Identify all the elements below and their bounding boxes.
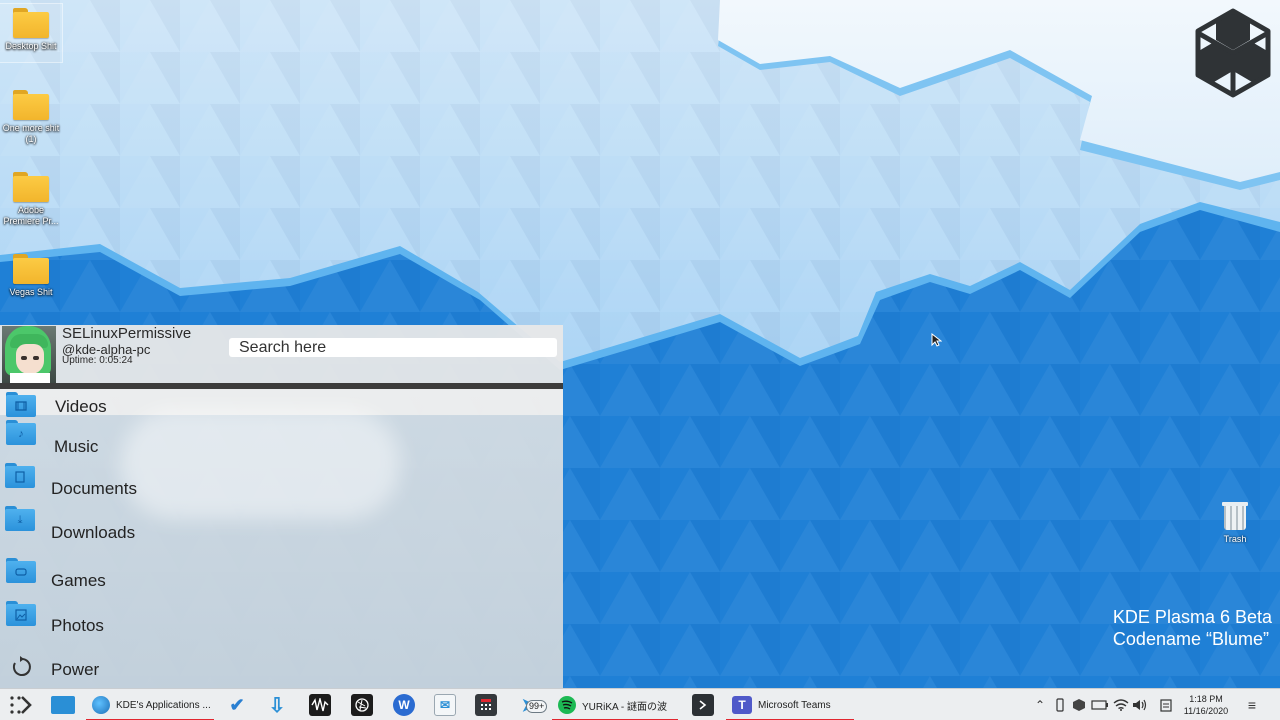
task-downloader[interactable]: ⇩ xyxy=(262,689,292,720)
menu-item-power[interactable]: Power xyxy=(0,651,560,683)
launcher-places-list: Videos ♪ Music Documents ⤓ Downloads Gam… xyxy=(0,389,563,688)
desktop-icon-adobe-premiere[interactable]: Adobe Premiere Pr... xyxy=(0,168,62,227)
menu-item-games[interactable]: Games xyxy=(0,558,560,595)
spotify-icon xyxy=(558,696,576,714)
mouse-cursor-icon xyxy=(931,332,943,352)
menu-item-label: Documents xyxy=(51,479,137,498)
watermark-line-2: Codename “Blume” xyxy=(1112,629,1269,649)
terminal-icon xyxy=(692,694,714,716)
desktop-icon-one-more-shit[interactable]: One more shit (1) xyxy=(0,86,62,145)
task-audio-app[interactable] xyxy=(306,689,334,720)
writer-icon: W xyxy=(393,694,415,716)
plasma-version-watermark: KDE Plasma 6 Beta Codename “Blume” xyxy=(1113,606,1272,650)
documents-folder-icon xyxy=(5,463,35,489)
calculator-icon xyxy=(475,694,497,716)
checkmark-icon: ✔ xyxy=(229,694,245,715)
desktop-icon-label: Desktop Shit xyxy=(5,41,57,51)
uptime-text: Uptime: 0:05:24 xyxy=(62,355,133,366)
music-folder-icon: ♪ xyxy=(6,420,36,446)
trash-label: Trash xyxy=(1223,534,1247,544)
search-input[interactable] xyxy=(229,338,557,357)
downloads-folder-icon: ⤓ xyxy=(5,506,35,532)
aperture-icon xyxy=(351,694,373,716)
clipboard-icon xyxy=(1160,699,1172,712)
video-folder-icon xyxy=(6,392,36,418)
battery-icon xyxy=(1091,700,1108,710)
task-kde-applications[interactable]: KDE's Applications ... xyxy=(86,689,214,720)
waveform-icon xyxy=(309,694,331,716)
menu-item-label: Power xyxy=(51,660,100,679)
menu-item-photos[interactable]: Photos xyxy=(0,601,560,639)
task-terminal[interactable] xyxy=(688,689,718,720)
desktop-icon-label: Vegas Shit xyxy=(9,287,53,297)
volume-icon xyxy=(1133,699,1147,711)
task-checkmark-app[interactable]: ✔ xyxy=(224,689,250,720)
task-spotify[interactable]: YURiKA - 謎面の波 xyxy=(552,689,678,720)
trash-icon xyxy=(1221,500,1249,530)
app-launcher-button[interactable] xyxy=(4,689,40,720)
desktop-icon-label: One more shit (1) xyxy=(2,123,60,144)
avatar[interactable] xyxy=(2,326,56,383)
download-arrow-icon: ⇩ xyxy=(268,694,286,717)
desktop-icon-label: Adobe Premiere Pr... xyxy=(3,205,59,226)
tray-expand-button[interactable]: ⌃ xyxy=(1032,689,1048,720)
launcher-header: SELinuxPermissive @kde-alpha-pc Uptime: … xyxy=(0,325,563,383)
task-camera-app[interactable] xyxy=(348,689,376,720)
taskbar: KDE's Applications ... ✔ ⇩ W ✉ ➤ xyxy=(0,688,1280,720)
task-calculator[interactable] xyxy=(472,689,500,720)
clock-date: 11/16/2020 xyxy=(1183,706,1229,716)
hexagon-icon xyxy=(1073,699,1085,711)
username: SELinuxPermissive xyxy=(62,325,192,342)
menu-item-documents[interactable]: Documents xyxy=(0,463,560,505)
clock-time: 1:18 PM xyxy=(1189,694,1223,704)
power-icon xyxy=(10,655,34,679)
launcher-icon xyxy=(10,696,32,714)
folder-icon xyxy=(13,8,49,38)
chevron-up-icon: ⌃ xyxy=(1034,698,1046,712)
folder-icon xyxy=(13,172,49,202)
telegram-unread-badge: 99+ xyxy=(526,700,548,713)
globe-icon xyxy=(92,696,110,714)
photos-folder-icon xyxy=(6,601,36,627)
file-manager-launcher[interactable] xyxy=(48,689,78,720)
wifi-icon xyxy=(1113,699,1129,711)
tray-clipboard[interactable] xyxy=(1158,689,1174,720)
task-microsoft-teams[interactable]: T Microsoft Teams xyxy=(726,689,854,720)
mail-icon: ✉ xyxy=(434,694,456,716)
menu-item-label: Photos xyxy=(51,616,104,635)
menu-item-label: Games xyxy=(51,571,106,590)
folder-icon xyxy=(51,696,75,714)
games-folder-icon xyxy=(6,558,36,584)
task-label: YURiKA - 謎面の波 xyxy=(582,701,668,713)
desktop-icon-trash[interactable]: Trash xyxy=(1210,500,1260,544)
tray-usb-device[interactable] xyxy=(1052,689,1068,720)
menu-item-downloads[interactable]: ⤓ Downloads xyxy=(0,506,560,549)
show-desktop-button[interactable]: ≡ xyxy=(1242,689,1262,720)
menu-item-label: Music xyxy=(54,437,99,456)
task-label: KDE's Applications ... xyxy=(116,699,211,711)
folder-icon xyxy=(13,90,49,120)
digital-clock[interactable]: 1:18 PM 11/16/2020 xyxy=(1180,689,1232,720)
menu-item-music[interactable]: ♪ Music xyxy=(0,420,560,463)
hamburger-menu-icon: ≡ xyxy=(1247,697,1257,713)
tray-battery[interactable] xyxy=(1090,689,1110,720)
task-word-processor[interactable]: W xyxy=(390,689,418,720)
task-label: Microsoft Teams xyxy=(758,699,831,711)
badge-count: 99+ xyxy=(526,700,548,713)
hexagon-logo xyxy=(1192,8,1274,105)
menu-item-videos[interactable]: Videos xyxy=(0,389,560,421)
desktop-icon-vegas-shit[interactable]: Vegas Shit xyxy=(0,250,62,298)
menu-item-label: Videos xyxy=(55,397,107,416)
tray-volume[interactable] xyxy=(1131,689,1149,720)
application-launcher: SELinuxPermissive @kde-alpha-pc Uptime: … xyxy=(0,325,563,688)
watermark-line-1: KDE Plasma 6 Beta xyxy=(1112,607,1272,627)
folder-icon xyxy=(13,254,49,284)
usb-device-icon xyxy=(1056,698,1064,712)
teams-icon: T xyxy=(732,696,752,714)
tray-hexagon-app[interactable] xyxy=(1070,689,1088,720)
tray-wifi[interactable] xyxy=(1111,689,1131,720)
task-mail[interactable]: ✉ xyxy=(430,689,460,720)
menu-item-label: Downloads xyxy=(51,523,136,542)
desktop-icon-desktop-shit[interactable]: Desktop Shit xyxy=(0,3,63,63)
